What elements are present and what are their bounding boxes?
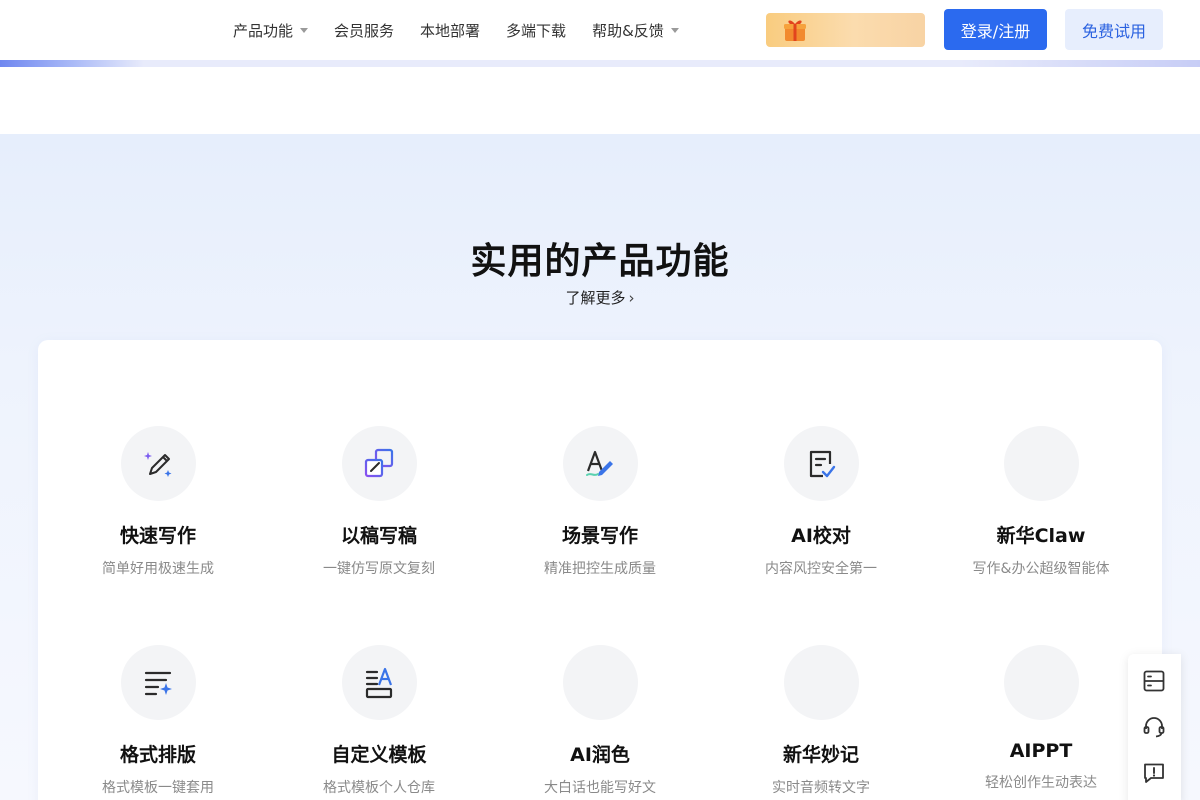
feature-description: 大白话也能写好文 xyxy=(544,780,656,796)
feature-name: 自定义模板 xyxy=(331,744,427,766)
gift-icon xyxy=(784,20,806,41)
nav-item-membership[interactable]: 会员服务 xyxy=(334,20,394,41)
text-style-icon xyxy=(586,450,613,476)
feature-icon-circle xyxy=(562,426,638,501)
feature-name: 新华妙记 xyxy=(782,744,859,766)
feature-description: 实时音频转文字 xyxy=(772,780,870,796)
section-title: 实用的产品功能 xyxy=(470,241,730,282)
nav-item-label: 产品功能 xyxy=(233,21,294,40)
nav-item-label: 会员服务 xyxy=(334,21,395,40)
nav-item-help-feedback[interactable]: 帮助&反馈 xyxy=(592,20,679,41)
feature-icon-circle xyxy=(562,645,638,720)
header-gradient-fill xyxy=(0,60,1200,67)
main-nav: 产品功能 会员服务 本地部署 多端下载 帮助&反馈 xyxy=(233,18,705,42)
feature-name: AI校对 xyxy=(791,525,851,547)
feature-description: 简单好用极速生成 xyxy=(102,561,214,577)
top-navigation-bar: 产品功能 会员服务 本地部署 多端下载 帮助&反馈 登录/注册 免费试用 xyxy=(0,0,1200,62)
feature-name: AI润色 xyxy=(570,744,630,766)
feature-icon-circle xyxy=(120,645,196,720)
feature-name: 场景写作 xyxy=(561,525,638,547)
feature-icon-circle xyxy=(783,426,859,501)
feature-name: 新华Claw xyxy=(996,525,1086,547)
learn-more-link[interactable]: 了解更多 › xyxy=(0,287,1200,308)
feature-ai-polish[interactable]: AI润色 大白话也能写好文 xyxy=(490,645,710,797)
feature-name: 快速写作 xyxy=(119,525,196,547)
copy-edit-icon xyxy=(364,448,394,477)
nav-item-local-deploy[interactable]: 本地部署 xyxy=(420,20,480,41)
feature-name: AIPPT xyxy=(1009,740,1073,762)
feedback-icon xyxy=(1144,763,1164,783)
features-card: 快速写作 简单好用极速生成 以稿写稿 一键仿写原文复刻 场景写作 精准把控生成质… xyxy=(38,340,1162,800)
feature-icon-circle xyxy=(783,645,859,720)
feature-description: 精准把控生成质量 xyxy=(544,561,656,577)
feature-aippt[interactable]: AIPPT 轻松创作生动表达 xyxy=(931,645,1151,792)
nav-item-download[interactable]: 多端下载 xyxy=(506,20,566,41)
free-trial-button[interactable]: 免费试用 xyxy=(1065,9,1163,50)
chevron-down-icon xyxy=(670,27,679,33)
feature-description: 写作&办公超级智能体 xyxy=(972,561,1110,577)
server-button[interactable] xyxy=(1141,668,1167,694)
template-icon xyxy=(365,667,393,698)
feature-icon-circle xyxy=(341,645,417,720)
feature-icon-circle xyxy=(341,426,417,501)
document-check-icon xyxy=(809,450,836,477)
feedback-button[interactable] xyxy=(1141,760,1167,786)
header-gradient-strip xyxy=(0,60,1200,67)
nav-item-label: 帮助&反馈 xyxy=(592,21,664,40)
feature-quick-writing[interactable]: 快速写作 简单好用极速生成 xyxy=(48,426,268,578)
feature-xinhua-notes[interactable]: 新华妙记 实时音频转文字 xyxy=(711,645,931,797)
feature-description: 格式模板一键套用 xyxy=(102,780,214,796)
server-icon xyxy=(1143,670,1165,692)
feature-ai-proofreading[interactable]: AI校对 内容风控安全第一 xyxy=(711,426,931,578)
headset-icon xyxy=(1143,717,1165,738)
nav-item-label: 本地部署 xyxy=(420,21,481,40)
feature-description: 轻松创作生动表达 xyxy=(985,775,1097,791)
feature-icon-circle xyxy=(120,426,196,501)
feature-rewrite-from-draft[interactable]: 以稿写稿 一键仿写原文复刻 xyxy=(269,426,489,578)
nav-item-label: 多端下载 xyxy=(506,21,567,40)
feature-custom-template[interactable]: 自定义模板 格式模板个人仓库 xyxy=(269,645,489,797)
customer-service-button[interactable] xyxy=(1141,714,1167,740)
feature-description: 格式模板个人仓库 xyxy=(323,780,435,796)
features-section: 实用的产品功能 了解更多 › 快速写作 简单好用极速生成 以稿写稿 一键仿写原文… xyxy=(0,134,1200,800)
side-toolbar xyxy=(1128,654,1181,800)
chevron-down-icon xyxy=(300,27,309,33)
chevron-right-icon: › xyxy=(628,289,635,307)
feature-formatting[interactable]: 格式排版 格式模板一键套用 xyxy=(48,645,268,797)
page: 产品功能 会员服务 本地部署 多端下载 帮助&反馈 登录/注册 免费试用 实用的… xyxy=(0,0,1200,800)
magic-pen-icon xyxy=(144,451,172,477)
learn-more-label: 了解更多 xyxy=(565,289,626,307)
feature-xinhua-claw[interactable]: 新华Claw 写作&办公超级智能体 xyxy=(931,426,1151,578)
feature-scenario-writing[interactable]: 场景写作 精准把控生成质量 xyxy=(490,426,710,578)
feature-icon-circle xyxy=(1003,645,1079,720)
feature-description: 内容风控安全第一 xyxy=(765,561,877,577)
feature-name: 以稿写稿 xyxy=(340,525,417,547)
nav-item-products[interactable]: 产品功能 xyxy=(233,20,309,41)
feature-name: 格式排版 xyxy=(119,744,196,766)
feature-description: 一键仿写原文复刻 xyxy=(323,561,435,577)
login-register-button[interactable]: 登录/注册 xyxy=(944,9,1047,50)
feature-icon-circle xyxy=(1003,426,1079,501)
promo-banner[interactable] xyxy=(766,13,925,47)
format-sparkle-icon xyxy=(144,671,172,695)
